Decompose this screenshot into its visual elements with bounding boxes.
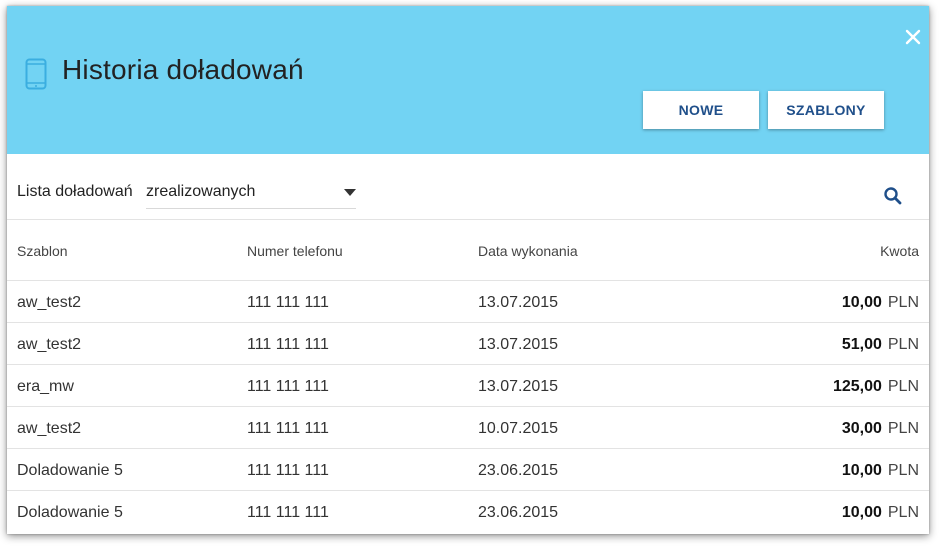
- date-cell: 23.06.2015: [478, 462, 559, 479]
- currency-label: PLN: [887, 462, 919, 479]
- date-cell: 13.07.2015: [478, 336, 559, 353]
- currency-label: PLN: [887, 336, 919, 353]
- table-row[interactable]: aw_test2 111 111 111 13.07.2015 10,00 PLN: [7, 281, 929, 323]
- date-cell: 23.06.2015: [478, 504, 559, 521]
- new-topup-button[interactable]: NOWE: [643, 91, 759, 129]
- phone-cell: 111 111 111: [247, 294, 329, 311]
- amount-value: 10,00: [841, 504, 882, 521]
- amount-value: 125,00: [832, 378, 882, 395]
- amount-cell: 10,00 PLN: [842, 294, 919, 312]
- currency-label: PLN: [887, 420, 919, 437]
- divider: [7, 219, 929, 220]
- column-header-date: Data wykonania: [478, 243, 578, 259]
- templates-button[interactable]: SZABLONY: [768, 91, 884, 129]
- column-header-template: Szablon: [17, 243, 68, 259]
- template-cell: aw_test2: [17, 294, 82, 311]
- phone-icon: [25, 58, 47, 90]
- column-header-phone: Numer telefonu: [247, 243, 343, 259]
- caret-down-icon: [344, 189, 356, 196]
- status-dropdown[interactable]: zrealizowanych: [146, 175, 356, 209]
- phone-cell: 111 111 111: [247, 462, 329, 479]
- phone-cell: 111 111 111: [247, 378, 329, 395]
- column-header-amount: Kwota: [880, 243, 919, 259]
- topup-history-dialog: Historia doładowań NOWE SZABLONY Lista d…: [7, 6, 929, 534]
- template-cell: aw_test2: [17, 420, 82, 437]
- phone-cell: 111 111 111: [247, 420, 329, 437]
- amount-value: 10,00: [841, 462, 882, 479]
- currency-label: PLN: [887, 378, 919, 395]
- amount-cell: 10,00 PLN: [842, 504, 919, 522]
- template-cell: era_mw: [17, 378, 74, 395]
- phone-cell: 111 111 111: [247, 336, 329, 353]
- amount-value: 10,00: [841, 294, 882, 311]
- status-dropdown-value: zrealizowanych: [146, 183, 256, 200]
- phone-cell: 111 111 111: [247, 504, 329, 521]
- template-cell: aw_test2: [17, 336, 82, 353]
- currency-label: PLN: [887, 504, 919, 521]
- dialog-header: Historia doładowań NOWE SZABLONY: [7, 6, 929, 154]
- table-row[interactable]: Doladowanie 5 111 111 111 23.06.2015 10,…: [7, 449, 929, 491]
- template-cell: Doladowanie 5: [17, 504, 123, 521]
- table-row[interactable]: aw_test2 111 111 111 13.07.2015 51,00 PLN: [7, 323, 929, 365]
- amount-value: 51,00: [841, 336, 882, 353]
- amount-cell: 125,00 PLN: [833, 378, 919, 396]
- amount-value: 30,00: [841, 420, 882, 437]
- amount-cell: 10,00 PLN: [842, 462, 919, 480]
- close-icon[interactable]: [902, 26, 924, 48]
- date-cell: 10.07.2015: [478, 420, 559, 437]
- search-icon[interactable]: [883, 186, 903, 206]
- table-row[interactable]: Doladowanie 5 111 111 111 23.06.2015 10,…: [7, 491, 929, 533]
- date-cell: 13.07.2015: [478, 294, 559, 311]
- amount-cell: 51,00 PLN: [842, 336, 919, 354]
- amount-cell: 30,00 PLN: [842, 420, 919, 438]
- currency-label: PLN: [887, 294, 919, 311]
- page-title: Historia doładowań: [62, 54, 304, 85]
- table-row[interactable]: aw_test2 111 111 111 10.07.2015 30,00 PLN: [7, 407, 929, 449]
- filter-label: Lista doładowań: [17, 183, 133, 200]
- table-row[interactable]: era_mw 111 111 111 13.07.2015 125,00 PLN: [7, 365, 929, 407]
- template-cell: Doladowanie 5: [17, 462, 123, 479]
- date-cell: 13.07.2015: [478, 378, 559, 395]
